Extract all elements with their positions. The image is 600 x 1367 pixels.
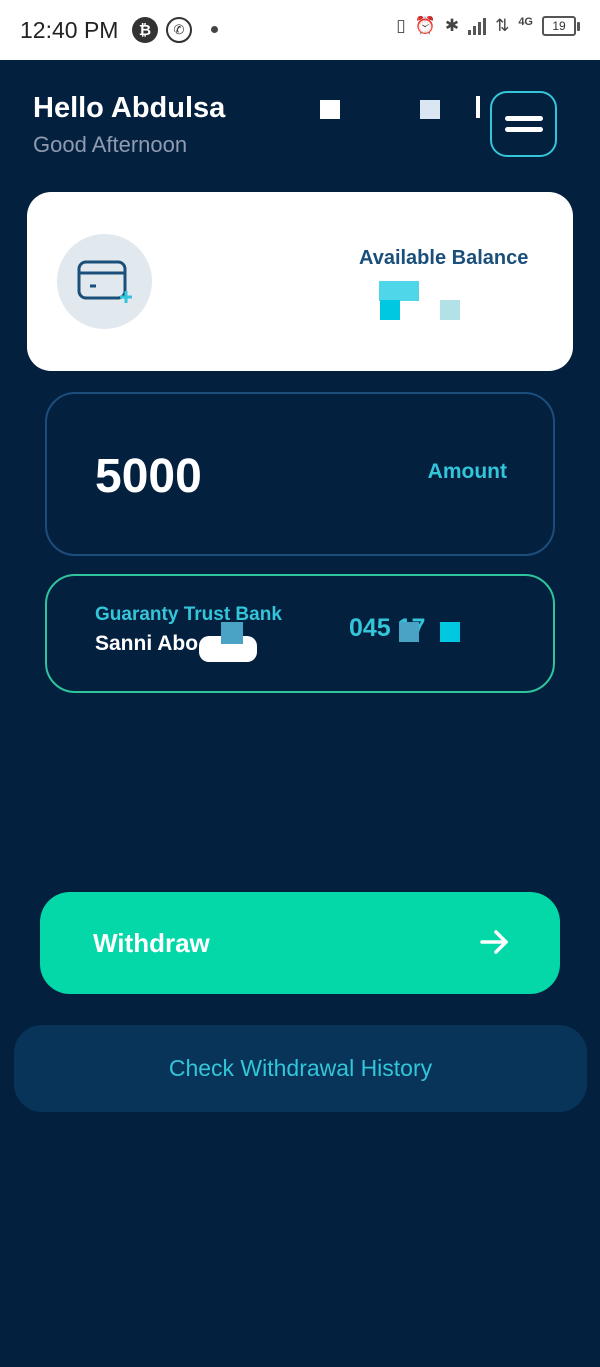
greeting-text: Hello Abdulsa	[33, 92, 226, 124]
redaction-mark	[420, 100, 440, 119]
bitcoin-icon: ₿	[132, 17, 158, 43]
status-time: 12:40 PM	[20, 17, 119, 43]
greeting-subtitle: Good Afternoon	[33, 132, 188, 157]
bank-name: Guaranty Trust Bank	[95, 604, 282, 625]
redaction-mark	[379, 281, 419, 301]
status-bar: 12:40 PM ₿ ✆ ▯ ⏰ ✱ ⇅ 4G 19	[0, 0, 600, 60]
redaction-mark	[440, 300, 460, 320]
data-arrows-icon: ⇅	[495, 16, 510, 35]
redaction-mark	[320, 100, 340, 119]
redaction-mark	[380, 300, 400, 320]
amount-card[interactable]: 5000 Amount	[45, 392, 555, 556]
withdraw-label: Withdraw	[93, 928, 210, 958]
vibrate-icon: ▯	[396, 16, 406, 35]
amount-label: Amount	[427, 460, 507, 483]
card-add-icon	[57, 234, 152, 329]
battery-level: 19	[542, 16, 576, 36]
redaction-mark	[440, 622, 460, 642]
withdrawal-history-label: Check Withdrawal History	[168, 1055, 433, 1081]
alarm-icon: ⏰	[414, 16, 436, 35]
status-icons: ▯ ⏰ ✱ ⇅ 4G 19	[396, 16, 580, 36]
bank-account-card[interactable]: Guaranty Trust Bank Sanni Abo na... 045 …	[45, 574, 555, 693]
redaction-mark	[399, 622, 419, 642]
balance-card: Available Balance	[27, 192, 573, 371]
amount-value[interactable]: 5000	[95, 449, 202, 504]
menu-button[interactable]	[490, 91, 557, 157]
battery-icon: 19	[542, 16, 580, 36]
withdraw-button[interactable]: Withdraw	[40, 892, 560, 994]
arrow-right-icon	[480, 930, 508, 954]
available-balance-label: Available Balance	[359, 247, 529, 269]
redaction-mark	[476, 96, 480, 118]
hamburger-icon	[504, 116, 543, 121]
network-type: 4G	[518, 16, 533, 28]
dot-icon	[211, 26, 218, 33]
redaction-mark	[221, 622, 243, 644]
withdrawal-history-button[interactable]: Check Withdrawal History	[14, 1025, 587, 1112]
whatsapp-icon: ✆	[166, 17, 192, 43]
signal-icon	[468, 17, 487, 35]
bluetooth-icon: ✱	[444, 16, 460, 35]
